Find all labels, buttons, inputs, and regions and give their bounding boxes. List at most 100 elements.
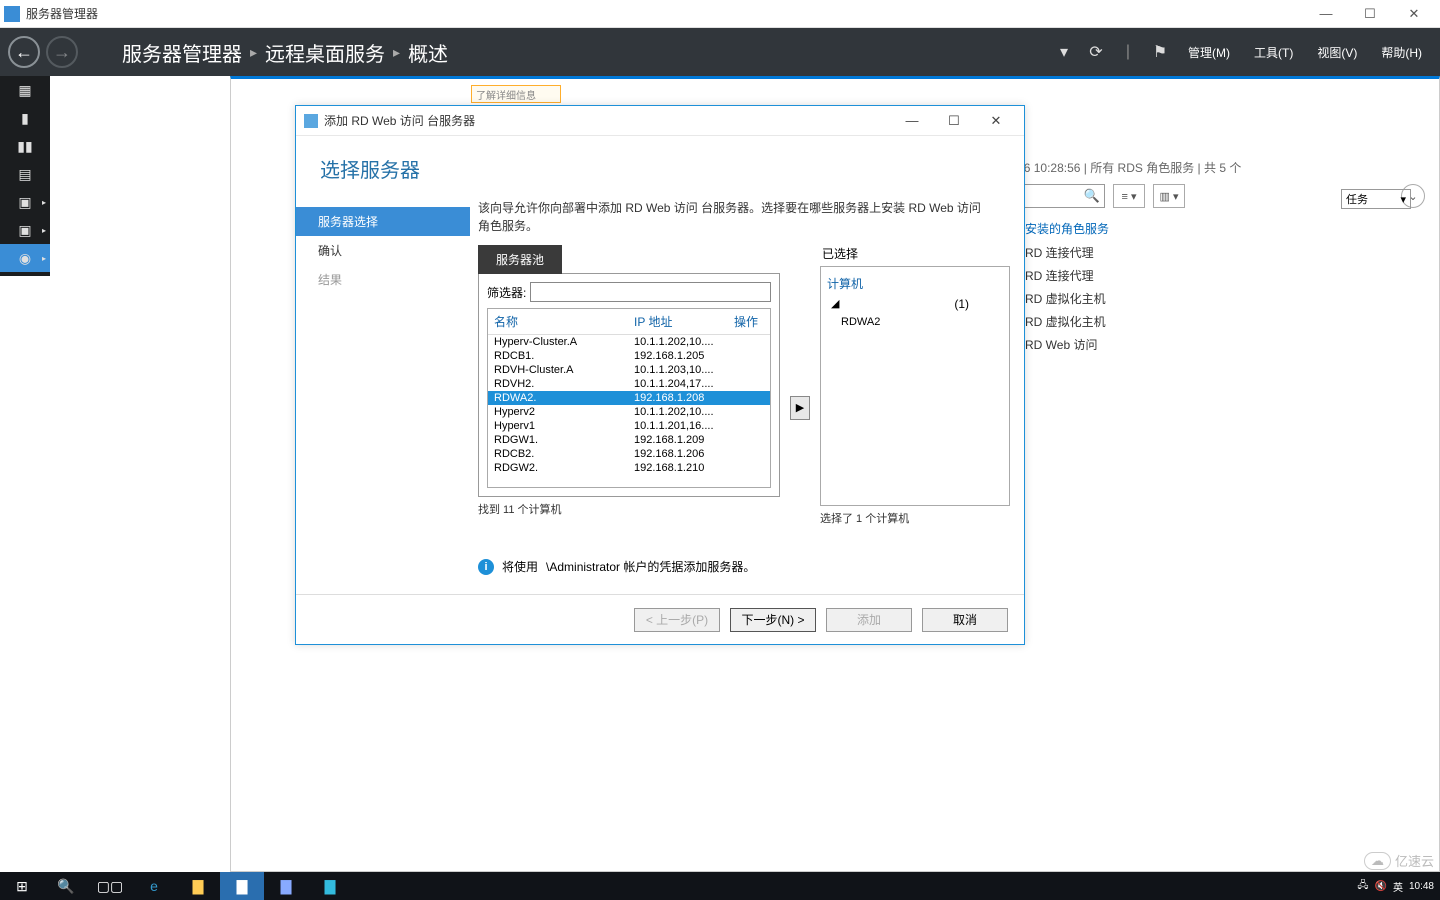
pool-col-op[interactable]: 操作	[734, 313, 764, 330]
breadcrumb-section[interactable]: 远程桌面服务	[265, 38, 385, 67]
selected-server-item[interactable]: RDWA2	[827, 313, 1003, 331]
server-pool-box: 筛选器: 名称 IP 地址 操作	[478, 273, 780, 497]
breadcrumb-page[interactable]: 概述	[408, 38, 448, 67]
window-title: 服务器管理器	[26, 5, 98, 22]
list-item[interactable]: Hyperv110.1.1.201,16....	[488, 419, 770, 433]
step-server-selection[interactable]: 服务器选择	[296, 207, 470, 236]
list-item[interactable]: RDCB2.192.168.1.206	[488, 447, 770, 461]
list-item[interactable]: RDVH-Cluster.A10.1.1.203,10....	[488, 363, 770, 377]
dialog-title: 添加 RD Web 访问 台服务器	[324, 112, 475, 129]
ie-icon[interactable]: e	[132, 872, 176, 900]
list-item[interactable]: Hyperv-Cluster.A10.1.1.202,10....	[488, 335, 770, 349]
rail-all-servers-icon[interactable]: ▮▮	[0, 132, 50, 160]
menu-tools[interactable]: 工具(T)	[1244, 44, 1303, 61]
step-confirmation[interactable]: 确认	[296, 236, 470, 265]
dialog-steps: 服务器选择 确认 结果	[296, 193, 470, 594]
filter-label: 筛选器:	[487, 284, 526, 301]
minimize-button[interactable]: —	[1304, 0, 1348, 28]
menu-manage[interactable]: 管理(M)	[1178, 44, 1240, 61]
taskview-button[interactable]: ▢▢	[88, 872, 132, 900]
tray-network-icon[interactable]: 🖧	[1357, 878, 1368, 895]
taskbar: ⊞ 🔍 ▢▢ e ▇ ▇ ▇ ▇ 🖧 🔇 英 10:48	[0, 872, 1440, 900]
server-pool-tab[interactable]: 服务器池	[478, 245, 562, 274]
list-item[interactable]: RDWA2.192.168.1.208	[488, 391, 770, 405]
watermark-badge: ☁	[1364, 852, 1391, 870]
dialog-heading: 选择服务器	[296, 136, 1024, 193]
rail-iis-icon[interactable]: ▣▸	[0, 216, 50, 244]
dialog-description: 该向导允许你向部署中添加 RD Web 访问 台服务器。选择要在哪些服务器上安装…	[478, 199, 1010, 235]
explorer-icon[interactable]: ▇	[176, 872, 220, 900]
list-item[interactable]: RDCB1.192.168.1.205	[488, 349, 770, 363]
dialog-title-bar: 添加 RD Web 访问 台服务器 — ☐ ✕	[296, 106, 1024, 136]
close-button[interactable]: ✕	[1392, 0, 1436, 28]
rail-rds-icon[interactable]: ◉▸	[0, 244, 50, 272]
search-icon[interactable]: 🔍	[1084, 188, 1100, 204]
rail-fileservices-icon[interactable]: ▤	[0, 160, 50, 188]
left-rail: ▦ ▮ ▮▮ ▤ ▣▸ ▣▸ ◉▸	[0, 76, 50, 276]
info-callout[interactable]: 了解详细信息	[471, 85, 561, 103]
server-pool-table: 名称 IP 地址 操作 Hyperv-Cluster.A10.1.1.202,1…	[487, 308, 771, 488]
breadcrumb-root[interactable]: 服务器管理器	[122, 38, 242, 67]
list-item[interactable]: RDGW2.192.168.1.210	[488, 461, 770, 475]
menu-view[interactable]: 视图(V)	[1307, 44, 1367, 61]
cancel-button[interactable]: 取消	[922, 608, 1008, 632]
header-bar: ← → 服务器管理器 ▸ 远程桌面服务 ▸ 概述 ▾ ⟳ | ⚑ 管理(M) 工…	[0, 28, 1440, 76]
list-item[interactable]: Hyperv210.1.1.202,10....	[488, 405, 770, 419]
pool-col-name[interactable]: 名称	[494, 313, 634, 330]
server-filter-input[interactable]	[530, 282, 771, 302]
tray-speaker-icon[interactable]: 🔇	[1375, 881, 1387, 892]
refresh-icon[interactable]: ⟳	[1082, 38, 1110, 66]
app-icon	[4, 6, 20, 22]
list-item[interactable]: RDVH2.10.1.1.204,17....	[488, 377, 770, 391]
rail-dashboard-icon[interactable]: ▦	[0, 76, 50, 104]
dialog-close-button[interactable]: ✕	[976, 107, 1016, 135]
main-area: 了解详细信息 任务▾ 部署服务器 上次刷新时间 2017/10/26 10:28…	[50, 76, 1440, 872]
window-title-bar: 服务器管理器 — ☐ ✕	[0, 0, 1440, 28]
tray-time[interactable]: 10:48	[1409, 881, 1434, 892]
tray-lang[interactable]: 英	[1393, 879, 1403, 894]
server-pool-rows[interactable]: Hyperv-Cluster.A10.1.1.202,10....RDCB1.1…	[488, 335, 770, 485]
app2-icon[interactable]: ▇	[308, 872, 352, 900]
col-role[interactable]: 安装的角色服务	[1025, 220, 1109, 237]
rail-hyperv-icon[interactable]: ▣▸	[0, 188, 50, 216]
found-count: 找到 11 个计算机	[478, 497, 780, 521]
selected-label: 已选择	[820, 245, 1010, 266]
watermark: ☁ 亿速云	[1364, 851, 1434, 870]
step-results: 结果	[296, 265, 470, 294]
menu-help[interactable]: 帮助(H)	[1371, 44, 1432, 61]
flag-icon[interactable]: ⚑	[1146, 38, 1174, 66]
breadcrumb: 服务器管理器 ▸ 远程桌面服务 ▸ 概述	[122, 38, 448, 67]
prev-button[interactable]: < 上一步(P)	[634, 608, 720, 632]
info-note: i 将使用 \Administrator 帐户的凭据添加服务器。	[478, 558, 1010, 575]
dialog-button-bar: < 上一步(P) 下一步(N) > 添加 取消	[296, 594, 1024, 644]
servermanager-taskbar-icon[interactable]: ▇	[220, 872, 264, 900]
app1-icon[interactable]: ▇	[264, 872, 308, 900]
selected-count: (1)	[954, 297, 969, 311]
dialog-icon	[304, 114, 318, 128]
view-options-dropdown[interactable]: ≡ ▾	[1113, 184, 1145, 208]
rail-local-server-icon[interactable]: ▮	[0, 104, 50, 132]
selected-box: 计算机 ◢ (1) RDWA2	[820, 266, 1010, 506]
tree-toggle[interactable]: ◢	[827, 294, 1003, 313]
add-arrow-button[interactable]: ▶	[790, 396, 810, 420]
start-button[interactable]: ⊞	[0, 872, 44, 900]
search-button[interactable]: 🔍	[44, 872, 88, 900]
dialog-minimize-button[interactable]: —	[892, 107, 932, 135]
nav-back-button[interactable]: ←	[8, 36, 40, 68]
dropdown-icon[interactable]: ▾	[1050, 38, 1078, 66]
add-rdweb-dialog: 添加 RD Web 访问 台服务器 — ☐ ✕ 选择服务器 服务器选择 确认 结…	[295, 105, 1025, 645]
tasks-dropdown[interactable]: 任务▾	[1341, 189, 1411, 209]
list-item[interactable]: RDGW1.192.168.1.209	[488, 433, 770, 447]
dialog-maximize-button[interactable]: ☐	[934, 107, 974, 135]
separator-icon: |	[1114, 38, 1142, 66]
content-area: 了解详细信息 任务▾ 部署服务器 上次刷新时间 2017/10/26 10:28…	[230, 76, 1440, 872]
column-options-dropdown[interactable]: ▥ ▾	[1153, 184, 1185, 208]
computer-header: 计算机	[827, 273, 1003, 294]
system-tray[interactable]: 🖧 🔇 英 10:48	[1351, 878, 1440, 895]
pool-col-ip[interactable]: IP 地址	[634, 313, 734, 330]
add-button[interactable]: 添加	[826, 608, 912, 632]
selected-summary: 选择了 1 个计算机	[820, 506, 1010, 530]
maximize-button[interactable]: ☐	[1348, 0, 1392, 28]
next-button[interactable]: 下一步(N) >	[730, 608, 816, 632]
nav-forward-button[interactable]: →	[46, 36, 78, 68]
